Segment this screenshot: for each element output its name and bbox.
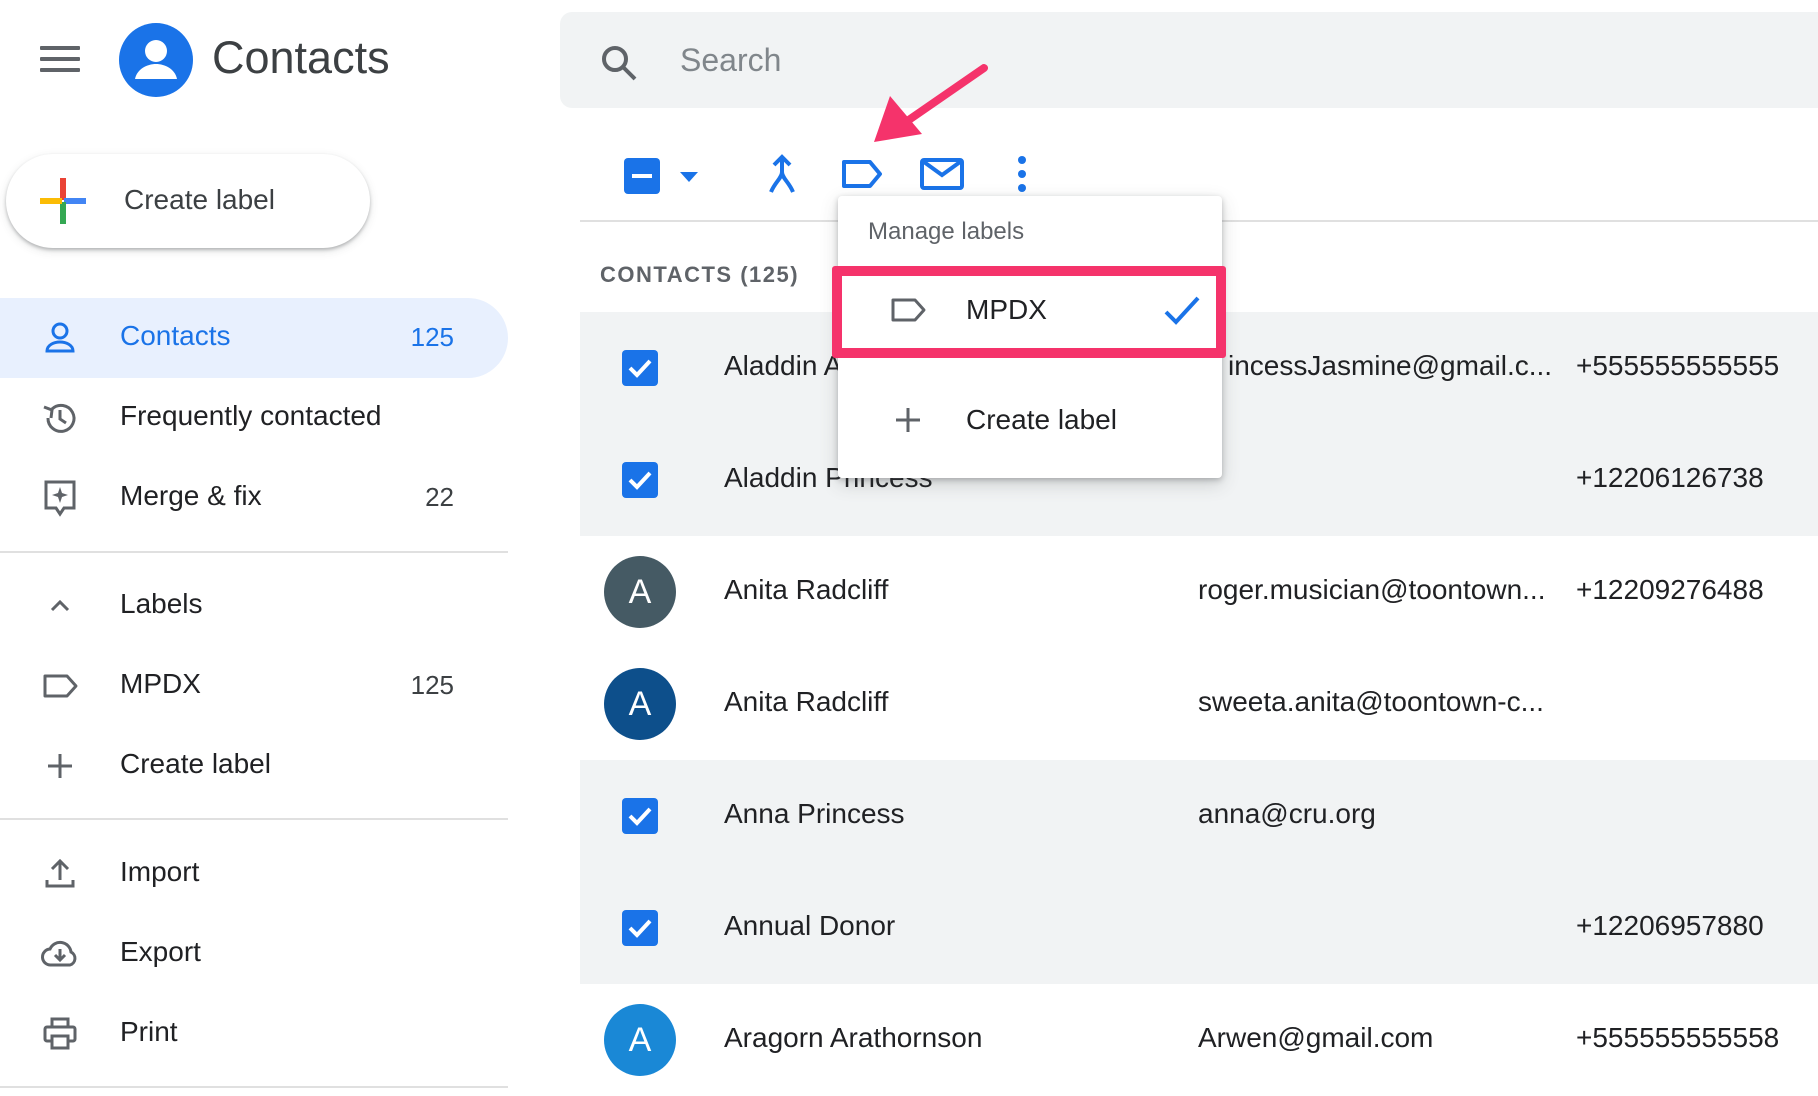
sidebar-item-frequently-contacted[interactable]: Frequently contacted [0, 378, 508, 458]
row-checkbox[interactable] [622, 798, 658, 834]
contact-phone: +12206126738 [1576, 462, 1764, 493]
annotation-arrow-icon [874, 64, 988, 142]
upload-icon [45, 858, 75, 888]
sidebar-item-label: Print [120, 1016, 178, 1047]
main-menu-button[interactable] [40, 46, 80, 76]
labels-header-toggle[interactable]: Labels [0, 566, 508, 646]
menu-header: Manage labels [868, 218, 1025, 245]
row-checkbox[interactable] [622, 462, 658, 498]
chevron-up-icon [50, 599, 70, 612]
table-row[interactable]: Anna Princess anna@cru.org [580, 760, 1818, 872]
hamburger-line [40, 68, 80, 72]
contact-email: incessJasmine@gmail.c... [1228, 350, 1553, 381]
contact-phone: +555555555558 [1576, 1022, 1780, 1053]
sidebar-item-count: 125 [410, 322, 454, 352]
contact-email: Arwen@gmail.com [1198, 1022, 1434, 1053]
contact-name: Anita Radcliff [724, 574, 889, 605]
sidebar-create-label[interactable]: Create label [0, 726, 508, 806]
sidebar-item-export[interactable]: Export [0, 914, 508, 994]
search-icon [602, 46, 637, 81]
label-icon [43, 674, 78, 698]
sidebar-item-label: Create label [120, 748, 271, 779]
row-checkbox[interactable] [622, 350, 658, 386]
search-input[interactable]: Search [680, 42, 781, 79]
sidebar-item-print[interactable]: Print [0, 994, 508, 1074]
contact-name: Anna Princess [724, 798, 905, 829]
sidebar-item-merge-fix[interactable]: Merge & fix 22 [0, 458, 508, 538]
plus-icon [40, 178, 86, 224]
sidebar-divider [0, 818, 508, 820]
sidebar-item-label-mpdx[interactable]: MPDX 125 [0, 646, 508, 726]
avatar: A [604, 668, 676, 740]
hamburger-line [40, 57, 80, 61]
merge-fix-icon [44, 480, 76, 517]
sidebar-item-count: 125 [410, 670, 454, 700]
contact-phone: +12209276488 [1576, 574, 1764, 605]
person-icon [45, 322, 75, 353]
merge-icon[interactable] [758, 150, 806, 198]
sidebar-item-label: Contacts [120, 320, 231, 351]
table-row[interactable]: A Anita Radcliff sweeta.anita@toontown-c… [580, 648, 1818, 760]
sidebar-item-contacts[interactable]: Contacts 125 [0, 298, 508, 378]
contact-name: Annual Donor [724, 910, 896, 941]
contact-phone: +12206957880 [1576, 910, 1764, 941]
label-icon[interactable] [838, 150, 886, 198]
sidebar-item-label: Export [120, 936, 201, 967]
sidebar-divider [0, 551, 508, 553]
avatar: A [604, 556, 676, 628]
row-checkbox[interactable] [622, 910, 658, 946]
labels-header: Labels [120, 588, 203, 619]
table-row[interactable]: Annual Donor +12206957880 [580, 872, 1818, 984]
select-all-checkbox-menu[interactable] [622, 152, 704, 200]
more-vert-icon[interactable] [998, 150, 1046, 198]
sidebar-item-label: MPDX [120, 668, 201, 699]
menu-item-create-label[interactable]: Create label [838, 380, 1222, 460]
contact-name: Anita Radcliff [724, 686, 889, 717]
contact-email: anna@cru.org [1198, 798, 1376, 829]
contact-phone: +555555555555 [1576, 350, 1780, 381]
search-bar[interactable]: Search [560, 12, 1818, 108]
sidebar-item-label: Import [120, 856, 200, 887]
plus-icon [48, 754, 72, 778]
sidebar-item-label: Frequently contacted [120, 400, 382, 431]
history-icon [43, 403, 76, 433]
sidebar-divider [0, 1086, 508, 1088]
table-row[interactable]: A Aragorn Arathornson Arwen@gmail.com +5… [580, 984, 1818, 1096]
cloud-download-icon [41, 940, 77, 967]
contacts-count-header: CONTACTS (125) [600, 262, 800, 287]
create-contact-label: Create label [124, 184, 275, 215]
contact-name: Aragorn Arathornson [724, 1022, 983, 1053]
print-icon [43, 1017, 77, 1050]
create-contact-button[interactable]: Create label [6, 154, 370, 248]
table-row[interactable]: A Anita Radcliff roger.musician@toontown… [580, 536, 1818, 648]
hamburger-line [40, 46, 80, 50]
app-title: Contacts [212, 32, 390, 83]
contact-name: Aladdin A [724, 350, 843, 381]
contacts-logo-icon [119, 23, 193, 97]
avatar: A [604, 1004, 676, 1076]
sidebar-item-count: 22 [425, 482, 454, 512]
plus-icon [896, 408, 920, 432]
sidebar-item-label: Merge & fix [120, 480, 262, 511]
contact-email: roger.musician@toontown... [1198, 574, 1546, 605]
contact-email: sweeta.anita@toontown-c... [1198, 686, 1544, 717]
annotation-highlight-box [832, 266, 1226, 358]
menu-item-label: Create label [966, 404, 1117, 435]
sidebar-item-import[interactable]: Import [0, 834, 508, 914]
email-icon[interactable] [918, 150, 966, 198]
